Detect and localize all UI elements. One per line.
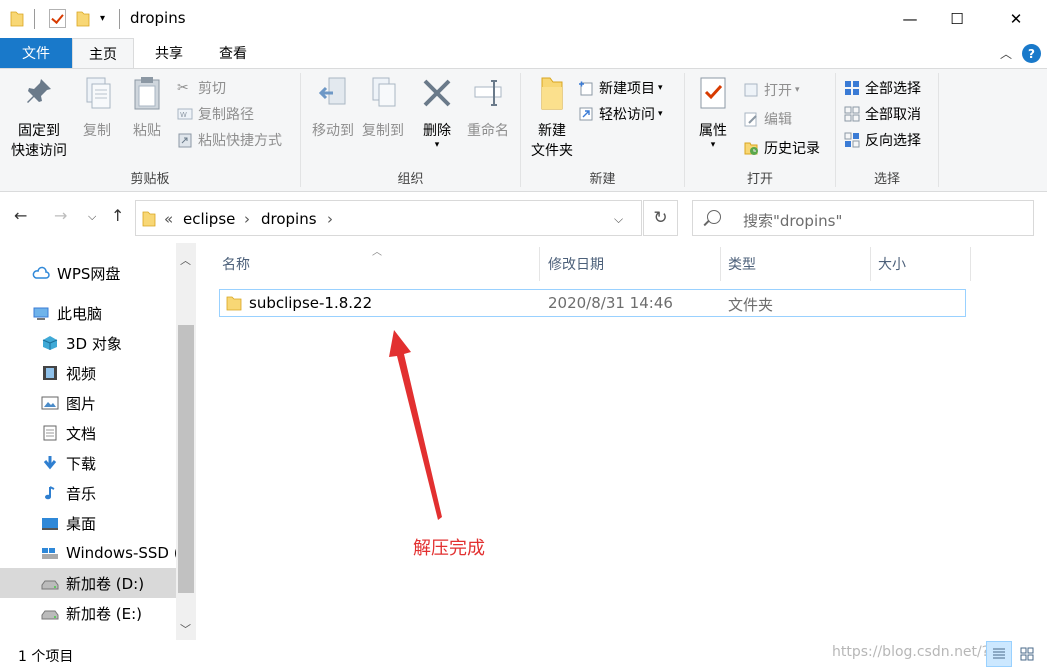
item-count: 1 个项目 bbox=[18, 649, 74, 665]
annotation-arrow bbox=[389, 330, 442, 520]
details-view-button[interactable] bbox=[986, 641, 1012, 667]
annotation-text: 解压完成 bbox=[413, 538, 485, 559]
details-view-icon bbox=[993, 648, 1005, 659]
large-icons-view-icon bbox=[1020, 647, 1034, 661]
large-icons-view-button[interactable] bbox=[1014, 641, 1040, 667]
annotation-arrow-shape bbox=[389, 330, 442, 520]
status-bar: 1 个项目 https://blog.csdn.net/??? bbox=[0, 640, 1047, 670]
watermark-text: https://blog.csdn.net/??? bbox=[832, 644, 1005, 660]
